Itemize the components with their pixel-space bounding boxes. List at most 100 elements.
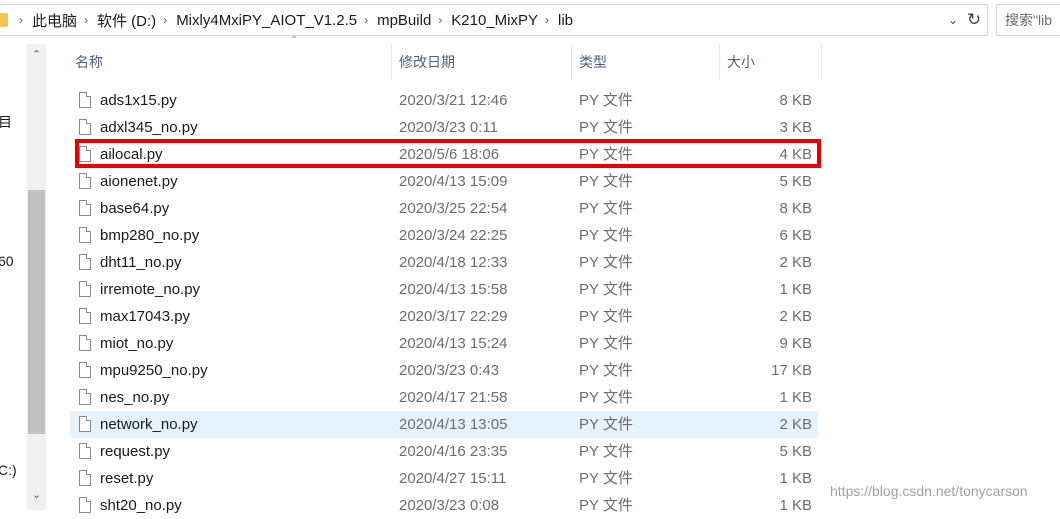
- file-name: sht20_no.py: [100, 497, 182, 514]
- file-icon: [79, 470, 91, 486]
- file-icon: [79, 92, 91, 108]
- file-size: 1 KB: [779, 389, 812, 406]
- file-row[interactable]: base64.py 2020/3/25 22:54 PY 文件 8 KB: [70, 195, 818, 222]
- file-date: 2020/3/23 0:08: [399, 497, 500, 514]
- nav-item-fragment[interactable]: 目: [0, 112, 12, 132]
- chevron-up-icon[interactable]: ⌃: [27, 48, 46, 61]
- file-name: nes_no.py: [100, 389, 170, 406]
- column-header-size[interactable]: 大小: [720, 44, 822, 80]
- chevron-down-icon[interactable]: ⌄: [27, 488, 46, 501]
- file-icon: [79, 281, 91, 297]
- file-type: PY 文件: [579, 200, 633, 217]
- file-row[interactable]: mpu9250_no.py 2020/3/23 0:43 PY 文件 17 KB: [70, 357, 818, 384]
- file-icon: [79, 227, 91, 243]
- column-header-name[interactable]: ⌃ 名称: [68, 35, 392, 80]
- file-icon: [79, 416, 91, 432]
- column-header-type[interactable]: 类型: [572, 44, 720, 80]
- file-type: PY 文件: [579, 470, 633, 487]
- file-type: PY 文件: [579, 497, 633, 514]
- file-size: 1 KB: [779, 470, 812, 487]
- file-row[interactable]: aionenet.py 2020/4/13 15:09 PY 文件 5 KB: [70, 168, 818, 195]
- file-type: PY 文件: [579, 335, 633, 352]
- file-icon: [79, 497, 91, 513]
- file-size: 5 KB: [779, 443, 812, 460]
- chevron-right-icon[interactable]: ›: [364, 13, 368, 27]
- file-name: max17043.py: [100, 308, 191, 325]
- file-row[interactable]: miot_no.py 2020/4/13 15:24 PY 文件 9 KB: [70, 330, 818, 357]
- chevron-right-icon[interactable]: ›: [84, 13, 88, 27]
- column-header-row: ⌃ 名称 修改日期 类型 大小: [68, 35, 824, 80]
- file-row[interactable]: nes_no.py 2020/4/17 21:58 PY 文件 1 KB: [70, 384, 818, 411]
- file-row[interactable]: bmp280_no.py 2020/3/24 22:25 PY 文件 6 KB: [70, 222, 818, 249]
- file-name: irremote_no.py: [100, 281, 201, 298]
- file-name: network_no.py: [100, 416, 198, 433]
- file-type: PY 文件: [579, 443, 633, 460]
- file-row[interactable]: reset.py 2020/4/27 15:11 PY 文件 1 KB: [70, 465, 818, 492]
- file-row[interactable]: sht20_no.py 2020/3/23 0:08 PY 文件 1 KB: [70, 492, 818, 519]
- file-name: base64.py: [100, 200, 170, 217]
- column-header-date[interactable]: 修改日期: [392, 44, 572, 80]
- file-size: 8 KB: [779, 200, 812, 217]
- file-row[interactable]: max17043.py 2020/3/17 22:29 PY 文件 2 KB: [70, 303, 818, 330]
- file-row[interactable]: dht11_no.py 2020/4/18 12:33 PY 文件 2 KB: [70, 249, 818, 276]
- file-date: 2020/3/23 0:11: [399, 119, 498, 136]
- column-header-label: 名称: [75, 54, 103, 70]
- refresh-icon[interactable]: ↻: [962, 5, 986, 35]
- chevron-right-icon[interactable]: ›: [163, 13, 167, 27]
- file-date: 2020/3/24 22:25: [399, 227, 508, 244]
- scrollbar-thumb[interactable]: [28, 190, 45, 434]
- breadcrumb: › 此电脑 › 软件 (D:) › Mixly4MxiPY_AIOT_V1.2.5 › mpB…: [12, 5, 573, 35]
- chevron-right-icon[interactable]: ›: [438, 13, 442, 27]
- address-row: › 此电脑 › 软件 (D:) › Mixly4MxiPY_AIOT_V1.2.5 › mpB…: [0, 0, 1060, 40]
- file-row[interactable]: ads1x15.py 2020/3/21 12:46 PY 文件 8 KB: [70, 87, 818, 114]
- file-icon: [79, 119, 91, 135]
- file-date: 2020/4/27 15:11: [399, 470, 507, 487]
- highlight-annotation-box: [75, 139, 821, 168]
- file-name: miot_no.py: [100, 335, 174, 352]
- file-icon: [79, 200, 91, 216]
- file-date: 2020/4/13 15:58: [399, 281, 508, 298]
- breadcrumb-item[interactable]: lib: [558, 12, 573, 29]
- file-type: PY 文件: [579, 281, 633, 298]
- file-date: 2020/4/13 13:05: [399, 416, 508, 433]
- nav-item-fragment[interactable]: 60: [0, 253, 14, 269]
- file-type: PY 文件: [579, 308, 633, 325]
- watermark: https://blog.csdn.net/tonycarson: [830, 483, 1028, 499]
- breadcrumb-item[interactable]: 软件 (D:): [97, 10, 156, 31]
- file-icon: [79, 362, 91, 378]
- file-icon: [79, 335, 91, 351]
- file-date: 2020/3/25 22:54: [399, 200, 508, 217]
- nav-item-fragment[interactable]: C:): [0, 462, 17, 478]
- file-name: aionenet.py: [100, 173, 178, 190]
- file-name: reset.py: [100, 470, 154, 487]
- file-type: PY 文件: [579, 362, 633, 379]
- file-icon: [79, 173, 91, 189]
- breadcrumb-item[interactable]: K210_MixPY: [451, 12, 538, 29]
- file-date: 2020/3/17 22:29: [399, 308, 508, 325]
- file-row[interactable]: network_no.py 2020/4/13 13:05 PY 文件 2 KB: [70, 411, 818, 438]
- breadcrumb-item[interactable]: Mixly4MxiPY_AIOT_V1.2.5: [176, 12, 357, 29]
- file-row[interactable]: request.py 2020/4/16 23:35 PY 文件 5 KB: [70, 438, 818, 465]
- search-input[interactable]: 搜索"lib: [996, 4, 1060, 36]
- file-size: 3 KB: [779, 119, 812, 136]
- chevron-down-icon[interactable]: ⌄: [944, 5, 962, 35]
- breadcrumb-item[interactable]: 此电脑: [32, 10, 77, 31]
- file-date: 2020/3/23 0:43: [399, 362, 500, 379]
- file-type: PY 文件: [579, 254, 633, 271]
- chevron-right-icon[interactable]: ›: [545, 13, 549, 27]
- file-row[interactable]: irremote_no.py 2020/4/13 15:58 PY 文件 1 KB: [70, 276, 818, 303]
- nav-scrollbar[interactable]: ⌃ ⌄: [27, 44, 46, 510]
- file-type: PY 文件: [579, 92, 633, 109]
- file-type: PY 文件: [579, 173, 633, 190]
- address-bar[interactable]: › 此电脑 › 软件 (D:) › Mixly4MxiPY_AIOT_V1.2.5 › mpB…: [0, 4, 988, 36]
- file-size: 1 KB: [779, 281, 812, 298]
- file-icon: [79, 308, 91, 324]
- file-row[interactable]: adxl345_no.py 2020/3/23 0:11 PY 文件 3 KB: [70, 114, 818, 141]
- chevron-right-icon[interactable]: ›: [19, 13, 23, 27]
- file-type: PY 文件: [579, 227, 633, 244]
- file-size: 2 KB: [779, 416, 812, 433]
- folder-icon: [0, 13, 8, 27]
- breadcrumb-item[interactable]: mpBuild: [377, 12, 431, 29]
- file-type: PY 文件: [579, 416, 633, 433]
- file-date: 2020/4/13 15:24: [399, 335, 508, 352]
